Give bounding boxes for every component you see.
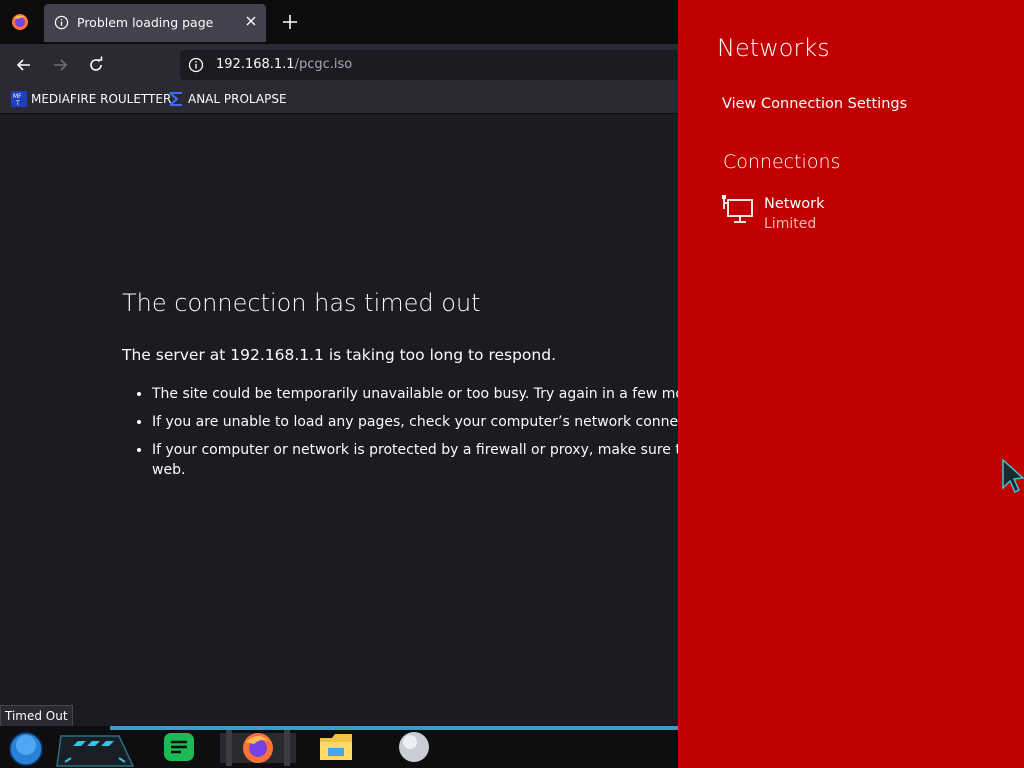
network-connection-item[interactable]: Network Limited [722,192,922,238]
flyout-title: Networks [717,34,830,62]
forward-icon[interactable] [50,55,70,75]
info-icon [54,15,69,30]
tab-bar: Problem loading page [0,0,678,44]
taskbar-accent-stripe [110,726,678,730]
taskbar [0,726,678,768]
connections-heading: Connections [723,151,841,173]
tab-active[interactable]: Problem loading page [44,4,266,42]
network-name: Network [764,196,825,212]
close-tab-icon[interactable] [244,14,258,28]
bookmark-label: MEDIAFIRE ROULETTER [31,92,172,106]
networks-flyout: Networks View Connection Settings Connec… [678,0,1024,768]
start-orb-icon[interactable] [6,729,46,767]
suggestion-text-continued: web. [152,462,186,478]
status-tooltip: Timed Out [0,705,73,728]
url-text: 192.168.1.1/pcgc.iso [216,57,352,72]
new-tab-icon[interactable] [280,12,300,32]
address-bar[interactable]: 192.168.1.1/pcgc.iso [180,50,678,80]
url-path: /pcgc.iso [294,57,353,72]
task-view-icon[interactable] [55,732,137,768]
chevron-bookmark-icon [169,92,182,106]
error-page: The connection has timed out The server … [0,114,678,726]
wired-network-icon [722,195,753,223]
bookmark-label: ANAL PROLAPSE [188,92,287,106]
bookmark-second[interactable]: ANAL PROLAPSE [168,90,287,108]
suggestion-item: The site could be temporarily unavailabl… [152,384,678,404]
view-connection-settings-link[interactable]: View Connection Settings [722,96,907,112]
suggestion-item: If you are unable to load any pages, che… [152,412,678,432]
suggestion-item: If your computer or network is protected… [152,440,678,480]
bookmarks-toolbar: MF T MEDIAFIRE ROULETTER ANAL PROLAPSE [0,86,678,114]
network-status: Limited [764,216,817,232]
suggestion-text: If your computer or network is protected… [152,442,678,458]
back-icon[interactable] [14,55,34,75]
mouse-cursor-icon [1002,458,1024,494]
tab-title: Problem loading page [77,15,214,30]
file-explorer-icon[interactable] [318,730,354,764]
spotify-icon[interactable] [162,732,196,762]
bookmark-mediafire[interactable]: MF T MEDIAFIRE ROULETTER [11,90,171,108]
svg-text:T: T [15,100,20,107]
reload-icon[interactable] [86,55,106,75]
error-description: The server at 192.168.1.1 is taking too … [122,346,556,364]
site-info-icon[interactable] [188,57,204,73]
firefox-icon[interactable] [10,12,30,32]
mediafire-icon: MF T [11,91,27,107]
app-orb-icon[interactable] [396,729,432,765]
firefox-icon[interactable] [220,730,296,766]
error-suggestions: The site could be temporarily unavailabl… [122,384,678,488]
error-title: The connection has timed out [122,289,481,317]
svg-text:MF: MF [13,93,22,100]
url-host: 192.168.1.1 [216,57,295,72]
